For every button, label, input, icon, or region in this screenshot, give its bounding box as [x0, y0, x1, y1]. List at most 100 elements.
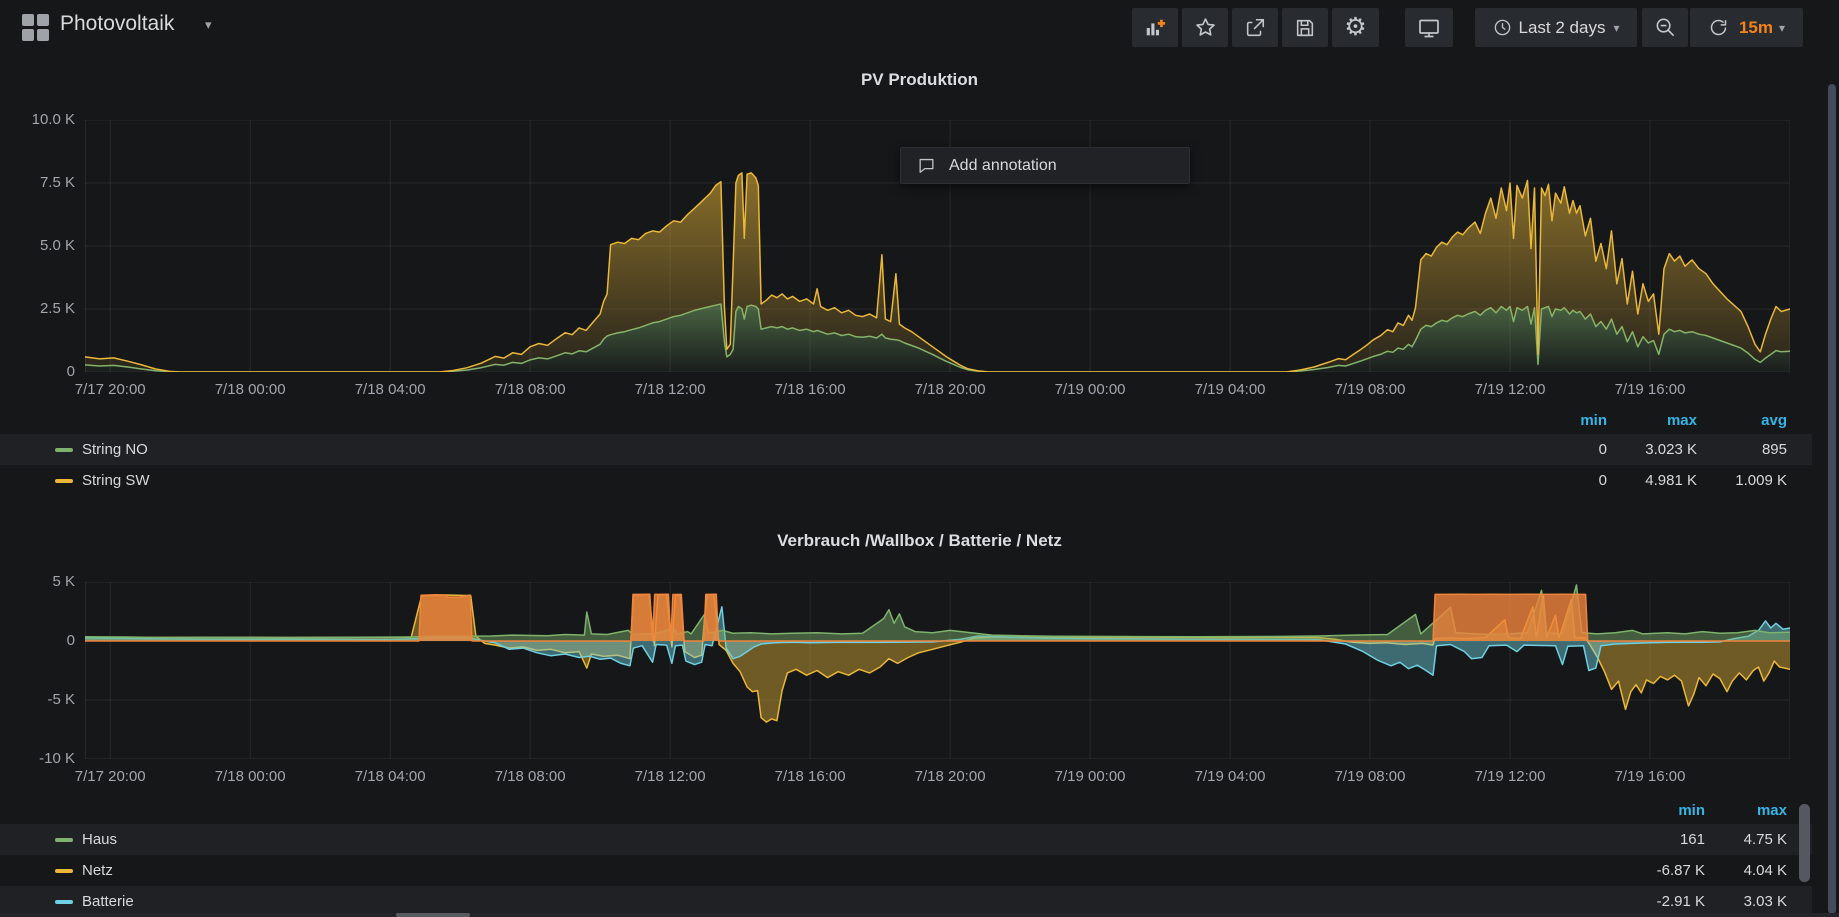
- legend-col-avg[interactable]: avg: [1697, 412, 1787, 429]
- horizontal-scrollbar-track: [0, 913, 1839, 917]
- series-swatch: [55, 838, 73, 842]
- x-axis-tick: 7/17 20:00: [45, 768, 175, 785]
- x-axis-tick: 7/19 00:00: [1025, 768, 1155, 785]
- legend-value: 0: [1517, 441, 1607, 458]
- y-axis-tick: 5 K: [3, 573, 75, 590]
- legend-value: 4.04 K: [1705, 862, 1787, 879]
- x-axis-tick: 7/18 16:00: [745, 381, 875, 398]
- legend-row[interactable]: String SW 04.981 K1.009 K: [0, 465, 1812, 496]
- x-axis-tick: 7/19 08:00: [1305, 381, 1435, 398]
- comment-icon: [917, 156, 936, 175]
- x-axis-tick: 7/18 04:00: [325, 768, 455, 785]
- legend-row[interactable]: Haus 1614.75 K: [0, 824, 1812, 855]
- x-axis-tick: 7/19 04:00: [1165, 768, 1295, 785]
- settings-gear-icon: ⚙: [1344, 15, 1366, 40]
- chevron-down-icon[interactable]: ▾: [205, 17, 212, 33]
- zoom-out-icon: [1654, 16, 1677, 39]
- settings-button[interactable]: ⚙: [1332, 8, 1379, 47]
- x-axis-tick: 7/19 16:00: [1585, 381, 1715, 398]
- apps-grid-icon[interactable]: [22, 14, 49, 41]
- star-button[interactable]: [1182, 8, 1228, 47]
- share-button[interactable]: [1232, 8, 1278, 47]
- chart-svg: [85, 582, 1790, 759]
- refresh-interval-label: 15m: [1739, 18, 1773, 38]
- y-axis-tick: 5.0 K: [3, 237, 75, 254]
- x-axis-tick: 7/19 00:00: [1025, 381, 1155, 398]
- legend-col-min[interactable]: min: [1517, 412, 1607, 429]
- legend-scrollbar[interactable]: [1799, 804, 1810, 882]
- legend-value: 161: [1623, 831, 1705, 848]
- series-name[interactable]: Netz: [82, 862, 113, 879]
- legend-row[interactable]: String NO 03.023 K895: [0, 434, 1812, 465]
- chevron-down-icon: ▾: [1613, 21, 1619, 35]
- x-axis-tick: 7/18 12:00: [605, 381, 735, 398]
- x-axis-tick: 7/19 08:00: [1305, 768, 1435, 785]
- x-axis-tick: 7/19 16:00: [1585, 768, 1715, 785]
- series-swatch: [55, 479, 73, 483]
- zoom-out-button[interactable]: [1642, 8, 1688, 47]
- legend-col-min[interactable]: min: [1623, 802, 1705, 819]
- cycle-view-button[interactable]: [1405, 8, 1453, 47]
- legend-value: 895: [1697, 441, 1787, 458]
- legend-row[interactable]: Netz -6.87 K4.04 K: [0, 855, 1812, 886]
- chevron-down-icon: ▾: [1779, 21, 1785, 35]
- y-axis-tick: -5 K: [3, 691, 75, 708]
- verbrauch-chart-plot[interactable]: [85, 582, 1790, 759]
- y-axis-tick: 2.5 K: [3, 300, 75, 317]
- dashboard-title[interactable]: Photovoltaik: [60, 12, 174, 36]
- x-axis-tick: 7/18 08:00: [465, 768, 595, 785]
- legend-value: 4.75 K: [1705, 831, 1787, 848]
- verbrauch-legend: minmax Haus 1614.75 K Netz -6.87 K4.04 K Batt…: [0, 796, 1812, 917]
- vertical-scrollbar[interactable]: [1828, 84, 1836, 914]
- x-axis-tick: 7/18 16:00: [745, 768, 875, 785]
- x-axis-tick: 7/18 12:00: [605, 768, 735, 785]
- pv-legend: minmaxavg String NO 03.023 K895 String SW 04…: [0, 406, 1812, 496]
- legend-header: minmaxavg: [0, 406, 1812, 434]
- panel-pv-produktion: PV Produktion minmaxavgString NO03.023 K…: [0, 55, 1839, 505]
- x-axis-tick: 7/18 00:00: [185, 381, 315, 398]
- monitor-icon: [1417, 16, 1441, 40]
- legend-col-max[interactable]: max: [1607, 412, 1697, 429]
- y-axis-tick: 0: [3, 363, 75, 380]
- series-swatch: [55, 448, 73, 452]
- y-axis-tick: 0: [3, 632, 75, 649]
- legend-value: 0: [1517, 472, 1607, 489]
- horizontal-scrollbar[interactable]: [396, 913, 470, 917]
- refresh-icon: [1708, 17, 1729, 38]
- x-axis-tick: 7/18 04:00: [325, 381, 455, 398]
- x-axis-tick: 7/18 08:00: [465, 381, 595, 398]
- time-range-picker[interactable]: Last 2 days ▾: [1475, 8, 1637, 47]
- x-axis-tick: 7/19 12:00: [1445, 768, 1575, 785]
- add-panel-icon: [1144, 17, 1166, 39]
- save-button[interactable]: [1282, 8, 1328, 47]
- panel-verbrauch: Verbrauch /Wallbox / Batterie / Netz min…: [0, 505, 1839, 917]
- legend-value: -2.91 K: [1623, 893, 1705, 910]
- star-icon: [1194, 16, 1217, 39]
- add-annotation-menu-item[interactable]: Add annotation: [900, 147, 1190, 184]
- add-annotation-label: Add annotation: [949, 157, 1057, 175]
- x-axis-tick: 7/19 12:00: [1445, 381, 1575, 398]
- legend-col-max[interactable]: max: [1705, 802, 1787, 819]
- panel-title[interactable]: PV Produktion: [0, 70, 1839, 90]
- panel-title[interactable]: Verbrauch /Wallbox / Batterie / Netz: [0, 531, 1839, 551]
- legend-value: 4.981 K: [1607, 472, 1697, 489]
- series-name[interactable]: Haus: [82, 831, 117, 848]
- x-axis-tick: 7/18 20:00: [885, 768, 1015, 785]
- dashboard-header: Photovoltaik ▾ ⚙: [0, 0, 1839, 55]
- add-panel-button[interactable]: [1132, 8, 1178, 47]
- legend-value: 1.009 K: [1697, 472, 1787, 489]
- legend-value: -6.87 K: [1623, 862, 1705, 879]
- series-name[interactable]: Batterie: [82, 893, 134, 910]
- legend-value: 3.023 K: [1607, 441, 1697, 458]
- refresh-picker[interactable]: 15m ▾: [1690, 8, 1803, 47]
- time-range-label: Last 2 days: [1519, 18, 1606, 38]
- clock-icon: [1493, 18, 1512, 37]
- series-name[interactable]: String NO: [82, 441, 148, 458]
- x-axis-tick: 7/18 20:00: [885, 381, 1015, 398]
- series-name[interactable]: String SW: [82, 472, 150, 489]
- x-axis-tick: 7/17 20:00: [45, 381, 175, 398]
- y-axis-tick: 7.5 K: [3, 174, 75, 191]
- y-axis-tick: -10 K: [3, 750, 75, 767]
- series-swatch: [55, 869, 73, 873]
- y-axis-tick: 10.0 K: [3, 111, 75, 128]
